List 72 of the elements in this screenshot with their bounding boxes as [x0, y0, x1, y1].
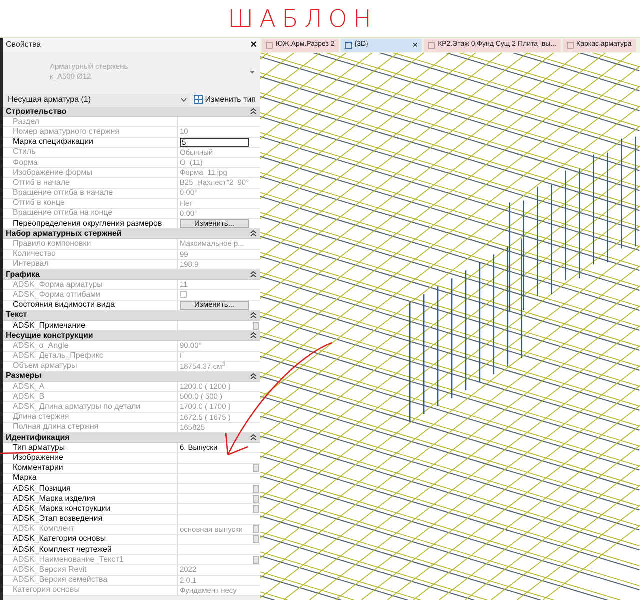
collapse-icon[interactable] [250, 312, 257, 319]
property-label: ADSK_Деталь_Префикс [13, 352, 104, 360]
property-label: ADSK_Длина арматуры по детали [13, 403, 141, 412]
property-label: Тип арматуры [13, 444, 66, 452]
group-header[interactable]: Набор арматурных стержней [3, 229, 260, 240]
panel-title: Свойства [6, 39, 42, 51]
instance-filter-dropdown[interactable]: Несущая арматура (1) [5, 94, 190, 106]
collapse-icon[interactable] [250, 108, 257, 116]
property-label: ADSK_Наименование_Текст1 [13, 556, 124, 564]
property-label: Состояния видимости вида [13, 301, 116, 310]
property-label: Переопределения округления размеров [13, 220, 162, 228]
property-label: Вращение отгиба на конце [13, 209, 113, 218]
group-header[interactable]: Текст [3, 310, 260, 321]
close-tab-button[interactable]: × [412, 40, 418, 50]
property-label: ADSK_Комплект [13, 525, 75, 534]
property-label: Марка [13, 474, 37, 482]
property-label: Объем арматуры [13, 362, 78, 370]
collapse-icon[interactable] [250, 230, 257, 238]
view-icon [266, 42, 273, 49]
property-label: Категория основы [13, 586, 80, 594]
edit-type-button[interactable]: Изменить тип [192, 94, 258, 106]
property-label: ADSK_Позиция [13, 484, 71, 493]
property-label: Интервал [13, 260, 49, 268]
property-label: Количество [13, 250, 56, 258]
dropdown-arrow-icon [250, 70, 255, 74]
property-label: Правило компоновки [13, 240, 92, 248]
close-button[interactable]: × [250, 40, 257, 50]
property-label: Вращение отгиба в начале [13, 189, 114, 198]
property-label: ADSK_Комплект чертежей [13, 546, 112, 554]
property-label: ADSK_Версия семейства [13, 576, 108, 584]
group-header[interactable]: Размеры [3, 372, 260, 382]
property-label: Длина стержня [13, 413, 70, 422]
collapse-icon[interactable] [250, 332, 257, 340]
browse-button[interactable] [252, 464, 259, 472]
property-label: ADSK_Марка изделия [13, 494, 96, 503]
group-header[interactable]: Строительство [3, 107, 260, 118]
property-label: ADSK_A [13, 382, 45, 391]
property-label: Раздел [13, 118, 40, 126]
property-label: ADSK_Этап возведения [13, 515, 103, 524]
group-header[interactable]: Графика [3, 270, 260, 280]
property-label: ADSK_Форма отгибами [13, 290, 101, 299]
property-label: Отгиб в начале [13, 178, 70, 187]
property-label: Стиль [13, 148, 36, 156]
type-properties-icon [194, 95, 204, 104]
view-icon [566, 42, 574, 49]
property-label: Номер арматурного стержня [13, 128, 120, 136]
property-label: Изображение формы [13, 168, 92, 177]
property-label: Изображение [13, 454, 64, 462]
chevron-down-icon [181, 98, 188, 102]
group-header[interactable]: Несущие конструкции [3, 331, 260, 342]
browse-button[interactable] [252, 556, 259, 564]
property-label: ADSK_α_Angle [13, 342, 69, 350]
property-label: ADSK_Марка конструкции [13, 504, 111, 513]
hand-drawn-underline [0, 451, 60, 455]
property-label: ADSK_Форма арматуры [13, 280, 103, 289]
property-label: Полная длина стержня [13, 423, 99, 432]
property-label: Форма [13, 158, 38, 167]
property-label: ADSK_Версия Revit [13, 566, 87, 574]
collapse-icon[interactable] [250, 434, 257, 442]
view-icon [428, 42, 436, 49]
collapse-icon[interactable] [250, 271, 257, 278]
property-label: ADSK_Категория основы [13, 535, 106, 544]
checkbox[interactable] [180, 291, 187, 298]
property-label: ADSK_B [13, 392, 45, 401]
view-icon [344, 42, 352, 49]
property-label: Отгиб в конце [13, 199, 65, 208]
collapse-icon[interactable] [250, 372, 257, 380]
handwritten-note: ШАБЛОН [228, 6, 378, 30]
property-label: Комментарии [13, 464, 64, 472]
property-label: Марка спецификации [13, 138, 94, 146]
group-header[interactable]: Идентификация [3, 433, 260, 444]
property-label: ADSK_Примечание [13, 322, 86, 330]
